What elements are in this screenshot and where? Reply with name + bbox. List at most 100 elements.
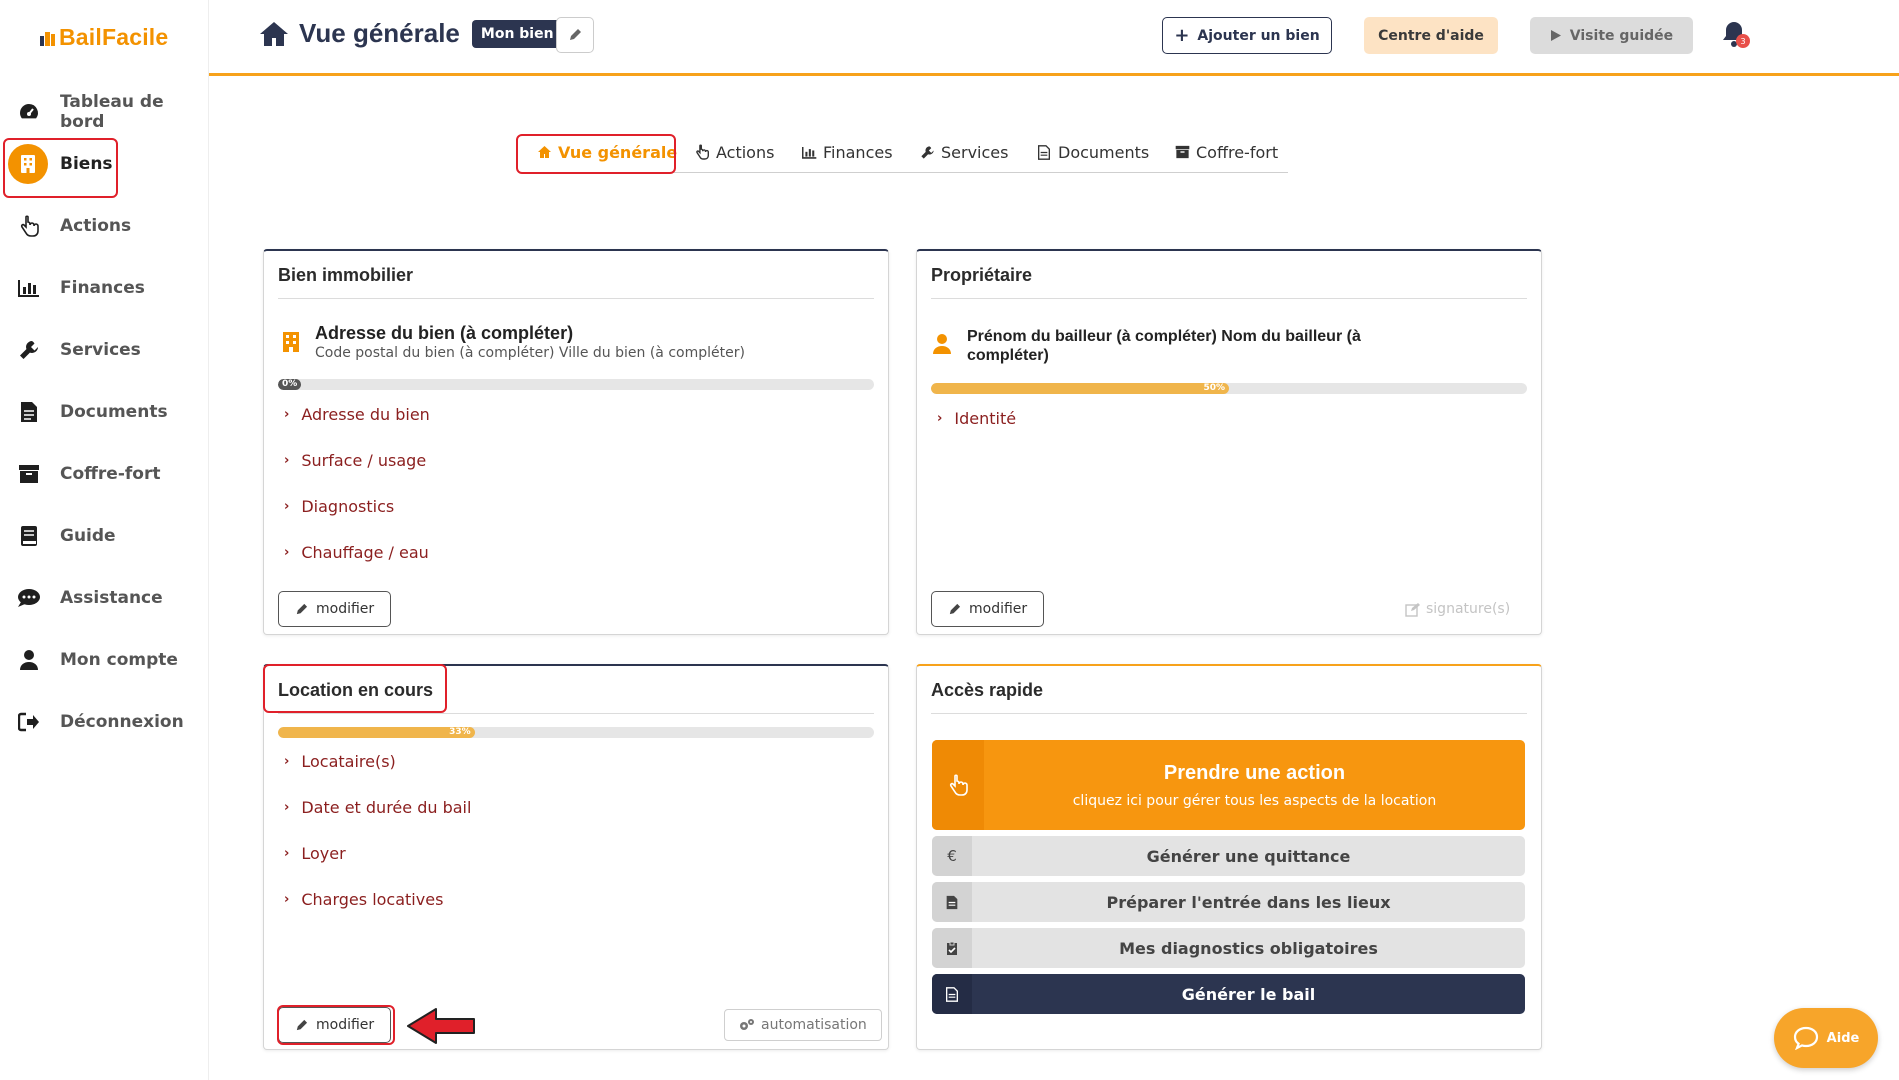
tab-documents[interactable]: Documents xyxy=(1036,133,1149,171)
tab-actions[interactable]: Actions xyxy=(694,133,774,171)
link-diagnostics[interactable]: › Diagnostics xyxy=(284,497,394,516)
tab-label: Documents xyxy=(1058,142,1150,162)
chart-icon xyxy=(17,276,41,300)
link-surface-usage[interactable]: › Surface / usage xyxy=(284,451,426,470)
sidebar-item-label: Actions xyxy=(60,216,132,236)
wrench-icon xyxy=(919,144,935,160)
link-label: Date et durée du bail xyxy=(301,798,472,817)
take-action-subtitle: cliquez ici pour gérer tous les aspects … xyxy=(1072,792,1437,809)
link-charges-locatives[interactable]: › Charges locatives xyxy=(284,890,443,909)
generate-receipt-label: Générer une quittance xyxy=(1146,846,1351,866)
link-label: Adresse du bien xyxy=(301,405,430,424)
help-center-button[interactable]: Centre d'aide xyxy=(1364,17,1498,54)
tab-finances[interactable]: Finances xyxy=(801,133,893,171)
pencil-icon xyxy=(296,603,308,614)
chat-icon xyxy=(17,586,41,610)
property-subaddress: Code postal du bien (à compléter) Ville … xyxy=(315,345,745,361)
link-date-duree-bail[interactable]: › Date et durée du bail xyxy=(284,798,471,817)
link-label: Surface / usage xyxy=(301,451,427,470)
brand-logo[interactable]: BailFacile xyxy=(40,24,168,51)
sidebar-item-services[interactable]: Services xyxy=(0,326,209,374)
automation-button[interactable]: automatisation xyxy=(724,1009,882,1041)
building-logo-icon xyxy=(40,31,55,46)
sidebar-item-deconnexion[interactable]: Déconnexion xyxy=(0,698,209,746)
add-property-button[interactable]: + Ajouter un bien xyxy=(1162,17,1332,54)
chevron-right-icon: › xyxy=(284,754,290,769)
link-label: Locataire(s) xyxy=(301,752,396,771)
owner-card: Propriétaire Prénom du bailleur (à compl… xyxy=(916,249,1542,635)
hand-pointer-icon xyxy=(17,214,41,238)
chevron-right-icon: › xyxy=(284,407,290,422)
logout-icon xyxy=(17,710,41,734)
sidebar-item-coffre-fort[interactable]: Coffre-fort xyxy=(0,450,209,498)
tab-label: Actions xyxy=(716,142,775,162)
generate-lease-button[interactable]: Générer le bail xyxy=(932,974,1525,1014)
sidebar-item-dashboard[interactable]: Tableau de bord xyxy=(0,88,209,136)
red-arrow-annotation xyxy=(407,1008,475,1044)
rental-progress-fill: 33% xyxy=(278,727,475,738)
guided-tour-label: Visite guidée xyxy=(1569,27,1674,44)
link-label: Identité xyxy=(954,409,1017,428)
user-icon xyxy=(17,648,41,672)
link-loyer[interactable]: › Loyer xyxy=(284,844,346,863)
property-card-title: Bien immobilier xyxy=(278,265,874,299)
highlight-biens xyxy=(3,138,118,198)
generate-receipt-button[interactable]: € Générer une quittance xyxy=(932,836,1525,876)
tab-services[interactable]: Services xyxy=(919,133,1008,171)
modify-label: modifier xyxy=(969,601,1028,617)
link-locataires[interactable]: › Locataire(s) xyxy=(284,752,396,771)
tab-label: Finances xyxy=(823,142,893,162)
help-chat-widget[interactable]: Aide xyxy=(1774,1008,1878,1068)
building-icon xyxy=(283,332,299,352)
owner-modify-button[interactable]: modifier xyxy=(931,591,1045,627)
brand-name: BailFacile xyxy=(59,24,169,50)
tab-label: Services xyxy=(941,142,1009,162)
tab-coffre-fort[interactable]: Coffre-fort xyxy=(1174,133,1278,171)
modify-label: modifier xyxy=(316,601,375,617)
guided-tour-button[interactable]: Visite guidée xyxy=(1530,17,1693,54)
notifications-count: 3 xyxy=(1736,34,1750,48)
help-center-label: Centre d'aide xyxy=(1378,27,1484,44)
pencil-icon xyxy=(570,29,581,40)
sidebar-item-label: Assistance xyxy=(60,588,163,608)
link-label: Charges locatives xyxy=(301,890,444,909)
add-property-label: Ajouter un bien xyxy=(1197,27,1320,44)
link-identite[interactable]: › Identité xyxy=(937,409,1016,428)
sidebar-item-documents[interactable]: Documents xyxy=(0,388,209,436)
sidebar-item-label: Déconnexion xyxy=(60,712,184,732)
tab-label: Coffre-fort xyxy=(1196,142,1279,162)
link-adresse-du-bien[interactable]: › Adresse du bien xyxy=(284,405,430,424)
property-modify-button[interactable]: modifier xyxy=(278,591,392,627)
notifications-bell-icon[interactable]: 3 xyxy=(1721,20,1751,50)
prepare-move-in-button[interactable]: Préparer l'entrée dans les lieux xyxy=(932,882,1525,922)
archive-icon xyxy=(17,462,41,486)
sidebar-item-assistance[interactable]: Assistance xyxy=(0,574,209,622)
take-action-button[interactable]: Prendre une action cliquez ici pour gére… xyxy=(932,740,1525,830)
sidebar-item-label: Services xyxy=(60,340,141,360)
chat-bubble-icon xyxy=(1793,1026,1818,1050)
gauge-icon xyxy=(17,100,41,124)
sidebar-item-actions[interactable]: Actions xyxy=(0,202,209,250)
owner-progress-fill: 50% xyxy=(931,383,1229,394)
chevron-right-icon: › xyxy=(284,846,290,861)
gears-icon xyxy=(740,1019,754,1030)
sidebar-item-mon-compte[interactable]: Mon compte xyxy=(0,636,209,684)
sidebar-item-guide[interactable]: Guide xyxy=(0,512,209,560)
edit-title-button[interactable] xyxy=(556,17,594,53)
clipboard-icon xyxy=(932,928,972,968)
signature-button[interactable]: signature(s) xyxy=(1405,601,1510,617)
user-icon xyxy=(933,334,951,354)
sidebar-item-finances[interactable]: Finances xyxy=(0,264,209,312)
owner-name: Prénom du bailleur (à compléter) Nom du … xyxy=(967,328,1361,364)
archive-icon xyxy=(1174,144,1190,160)
sidebar-item-label: Tableau de bord xyxy=(60,92,164,132)
link-label: Loyer xyxy=(301,844,346,863)
wrench-icon xyxy=(17,338,41,362)
mandatory-diagnostics-button[interactable]: Mes diagnostics obligatoires xyxy=(932,928,1525,968)
page-badge: Mon bien xyxy=(471,19,563,48)
sidebar-item-label: Guide xyxy=(60,526,116,546)
mandatory-diagnostics-label: Mes diagnostics obligatoires xyxy=(1119,938,1378,958)
sidebar: BailFacile Tableau de bord Biens Actions xyxy=(0,0,209,1080)
link-chauffage-eau[interactable]: › Chauffage / eau xyxy=(284,543,429,562)
link-label: Chauffage / eau xyxy=(301,543,429,562)
